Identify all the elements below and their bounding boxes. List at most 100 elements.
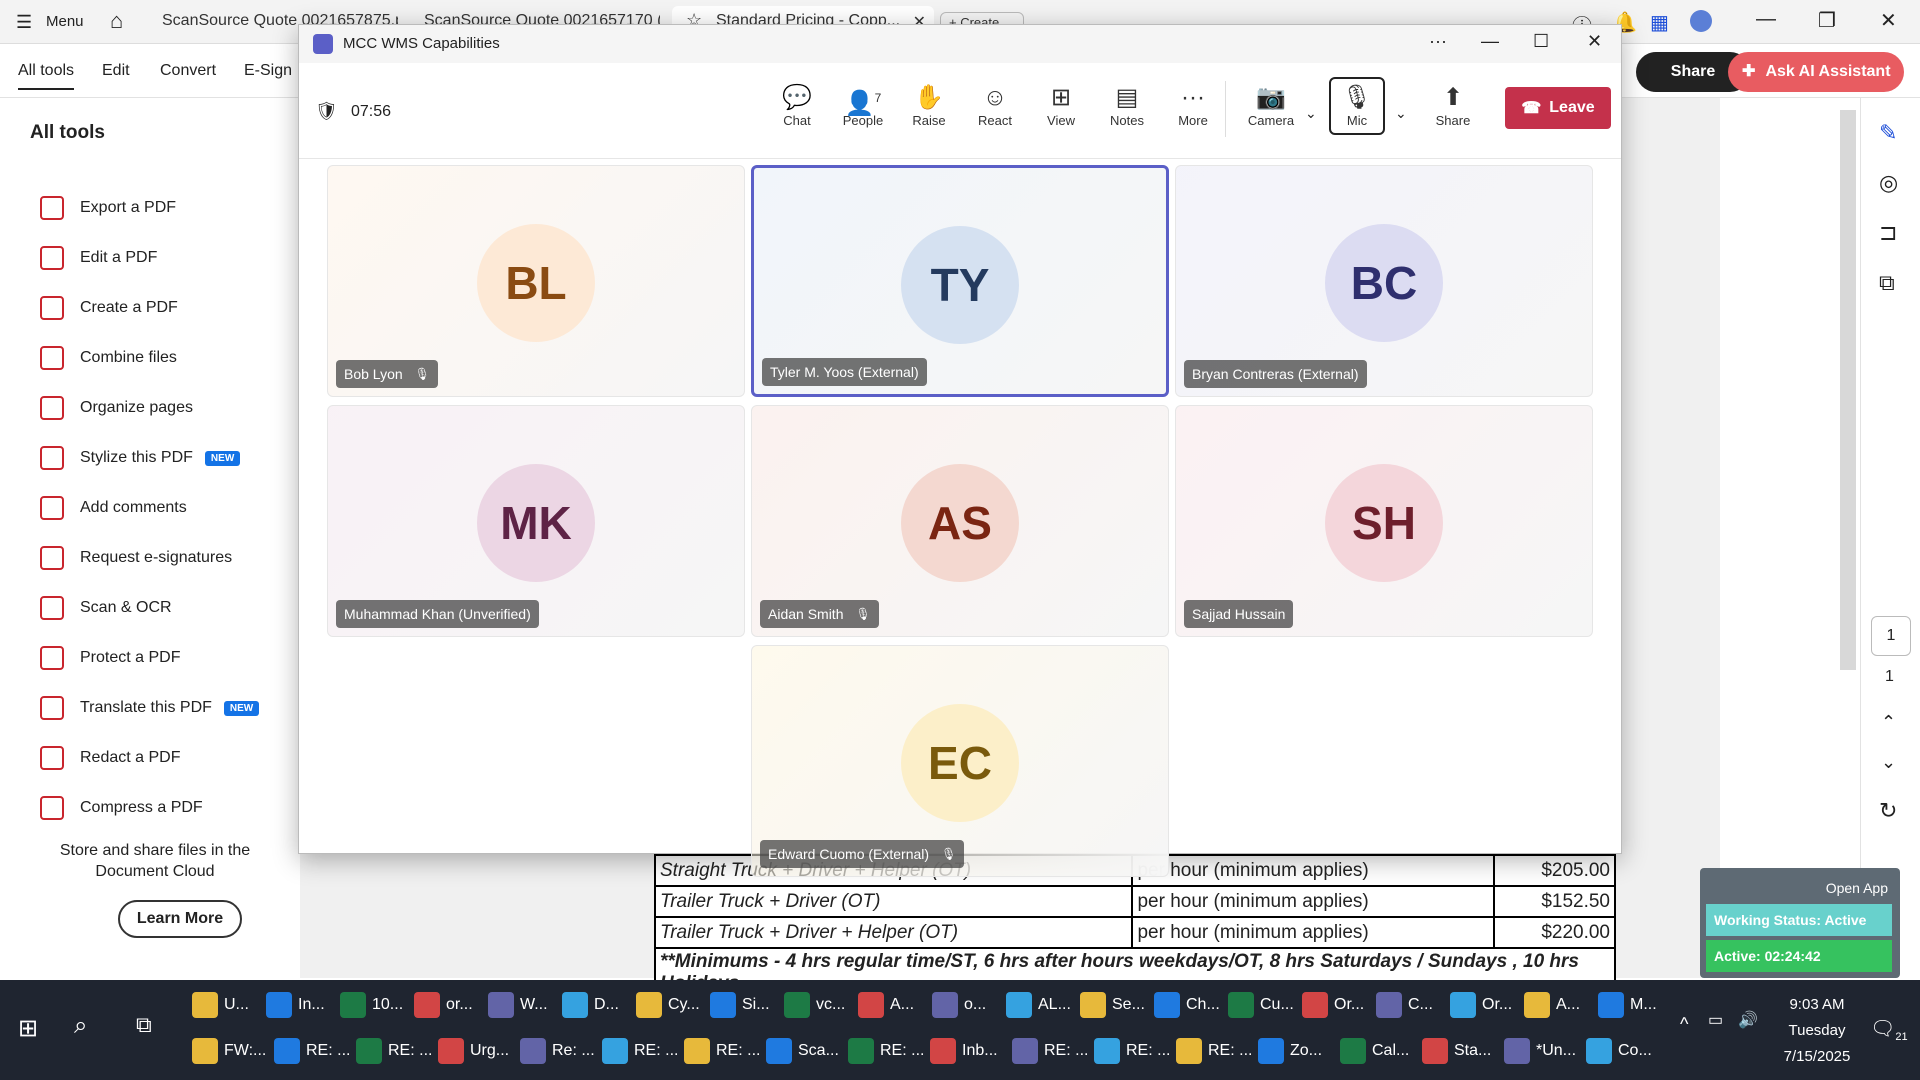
tool-item[interactable]: Stylize this PDF NEW bbox=[40, 443, 241, 473]
notification-icon[interactable]: 🗨21 bbox=[1870, 1016, 1908, 1043]
clock[interactable]: 9:03 AM Tuesday 7/15/2025 bbox=[1772, 992, 1862, 1070]
participant-tile[interactable]: EC Edward Cuomo (External) 🎙 bbox=[751, 645, 1169, 877]
tool-item[interactable]: Scan & OCR bbox=[40, 593, 172, 623]
participant-tile[interactable]: BL Bob Lyon 🎙 bbox=[327, 165, 745, 397]
more-options-icon[interactable]: ··· bbox=[1429, 31, 1447, 52]
refresh-icon[interactable]: ↻ bbox=[1879, 798, 1897, 824]
page-number-input[interactable]: 1 bbox=[1871, 616, 1911, 656]
taskbar-item[interactable]: *Un... bbox=[1504, 1032, 1580, 1070]
ask-ai-button[interactable]: ✚ Ask AI Assistant bbox=[1728, 52, 1904, 92]
view-button[interactable]: ⊞ View bbox=[1033, 83, 1089, 128]
taskbar-item[interactable]: Urg... bbox=[438, 1032, 514, 1070]
search-icon[interactable]: ⌕ bbox=[74, 1012, 87, 1040]
close-icon[interactable]: ✕ bbox=[1587, 31, 1602, 52]
home-icon[interactable]: ⌂ bbox=[110, 8, 123, 34]
tool-item[interactable]: Create a PDF bbox=[40, 293, 178, 323]
windows-start-icon[interactable]: ⊞ bbox=[18, 1014, 38, 1043]
taskbar-item[interactable]: RE: ... bbox=[1176, 1032, 1252, 1070]
participant-tile[interactable]: TY Tyler M. Yoos (External) bbox=[751, 165, 1169, 397]
taskbar-item[interactable]: RE: ... bbox=[602, 1032, 678, 1070]
react-button[interactable]: ☺ React bbox=[967, 83, 1023, 128]
tool-item[interactable]: Compress a PDF bbox=[40, 793, 203, 823]
tab-edit[interactable]: Edit bbox=[102, 62, 130, 80]
taskbar-item[interactable]: Si... bbox=[710, 986, 778, 1024]
participant-tile[interactable]: SH Sajjad Hussain bbox=[1175, 405, 1593, 637]
taskbar-item[interactable]: o... bbox=[932, 986, 1000, 1024]
avatar[interactable] bbox=[1690, 10, 1712, 32]
chat-button[interactable]: 💬 Chat bbox=[769, 83, 825, 128]
taskbar-item[interactable]: A... bbox=[858, 986, 926, 1024]
taskbar-item[interactable]: Re: ... bbox=[520, 1032, 596, 1070]
share-button[interactable]: ⬆ Share bbox=[1425, 83, 1481, 128]
taskbar-item[interactable]: U... bbox=[192, 986, 260, 1024]
menu-label[interactable]: Menu bbox=[46, 13, 84, 30]
close-icon[interactable]: ✕ bbox=[1880, 8, 1897, 33]
learn-more-button[interactable]: Learn More bbox=[118, 900, 242, 938]
maximize-icon[interactable]: ☐ bbox=[1533, 31, 1549, 52]
taskbar-item[interactable]: Zo... bbox=[1258, 1032, 1334, 1070]
participant-tile[interactable]: BC Bryan Contreras (External) bbox=[1175, 165, 1593, 397]
mic-button[interactable]: 🎙 Mic bbox=[1329, 77, 1385, 135]
tool-item[interactable]: Redact a PDF bbox=[40, 743, 180, 773]
ai-panel-icon[interactable]: ✎ bbox=[1879, 120, 1897, 146]
taskbar-item[interactable]: Sca... bbox=[766, 1032, 842, 1070]
participant-tile[interactable]: MK Muhammad Khan (Unverified) bbox=[327, 405, 745, 637]
more-button[interactable]: ··· More bbox=[1165, 83, 1221, 128]
taskbar-item[interactable]: AL... bbox=[1006, 986, 1074, 1024]
pages-icon[interactable]: ⧉ bbox=[1879, 270, 1895, 296]
taskbar-item[interactable]: Or... bbox=[1450, 986, 1518, 1024]
participant-tile[interactable]: AS Aidan Smith 🎙 bbox=[751, 405, 1169, 637]
page-down-icon[interactable]: ⌄ bbox=[1881, 752, 1896, 773]
tool-item[interactable]: Organize pages bbox=[40, 393, 193, 423]
people-button[interactable]: 👤7 People bbox=[835, 83, 891, 128]
taskbar-item[interactable]: Cy... bbox=[636, 986, 704, 1024]
comment-icon[interactable]: ◎ bbox=[1879, 170, 1898, 196]
restore-icon[interactable]: ❐ bbox=[1818, 8, 1836, 33]
tool-item[interactable]: Edit a PDF bbox=[40, 243, 157, 273]
tab-convert[interactable]: Convert bbox=[160, 62, 216, 80]
taskbar-item[interactable]: or... bbox=[414, 986, 482, 1024]
raise-button[interactable]: ✋ Raise bbox=[901, 83, 957, 128]
taskbar-item[interactable]: RE: ... bbox=[356, 1032, 432, 1070]
battery-icon[interactable]: ▭ bbox=[1708, 1010, 1723, 1030]
taskbar-item[interactable]: W... bbox=[488, 986, 556, 1024]
hamburger-icon[interactable]: ☰ bbox=[16, 12, 32, 33]
leave-button[interactable]: ☎ Leave bbox=[1505, 87, 1611, 129]
camera-button[interactable]: 📷 Camera bbox=[1243, 83, 1299, 128]
tab-esign[interactable]: E-Sign bbox=[244, 62, 292, 80]
taskbar-item[interactable]: FW:... bbox=[192, 1032, 268, 1070]
tab-all-tools[interactable]: All tools bbox=[18, 62, 75, 90]
taskbar-item[interactable]: Sta... bbox=[1422, 1032, 1498, 1070]
taskbar-item[interactable]: In... bbox=[266, 986, 334, 1024]
taskbar-item[interactable]: Se... bbox=[1080, 986, 1148, 1024]
page-up-icon[interactable]: ⌃ bbox=[1881, 712, 1896, 733]
taskbar-item[interactable]: D... bbox=[562, 986, 630, 1024]
minimize-icon[interactable]: — bbox=[1756, 8, 1776, 31]
taskbar-item[interactable]: Cu... bbox=[1228, 986, 1296, 1024]
taskbar-item[interactable]: Or... bbox=[1302, 986, 1370, 1024]
notes-button[interactable]: ▤ Notes bbox=[1099, 83, 1155, 128]
bookmark-icon[interactable]: ⊐ bbox=[1879, 220, 1897, 246]
taskbar-item[interactable]: Ch... bbox=[1154, 986, 1222, 1024]
chevron-down-icon[interactable]: ⌄ bbox=[1305, 105, 1317, 122]
scrollbar[interactable] bbox=[1840, 110, 1856, 670]
taskbar-item[interactable]: Co... bbox=[1586, 1032, 1662, 1070]
taskbar-item[interactable]: C... bbox=[1376, 986, 1444, 1024]
taskbar-item[interactable]: vc... bbox=[784, 986, 852, 1024]
task-view-icon[interactable]: ⧉ bbox=[136, 1012, 152, 1038]
taskbar-item[interactable]: RE: ... bbox=[274, 1032, 350, 1070]
tool-item[interactable]: Protect a PDF bbox=[40, 643, 180, 673]
chevron-down-icon[interactable]: ⌄ bbox=[1395, 105, 1407, 122]
chevron-up-icon[interactable]: ^ bbox=[1680, 1014, 1688, 1035]
tool-item[interactable]: Translate this PDF NEW bbox=[40, 693, 260, 723]
taskbar-item[interactable]: A... bbox=[1524, 986, 1592, 1024]
tool-item[interactable]: Add comments bbox=[40, 493, 187, 523]
taskbar-item[interactable]: Inb... bbox=[930, 1032, 1006, 1070]
apps-grid-icon[interactable]: ▦ bbox=[1650, 10, 1669, 35]
taskbar-item[interactable]: 10... bbox=[340, 986, 408, 1024]
tool-item[interactable]: Export a PDF bbox=[40, 193, 176, 223]
taskbar-item[interactable]: RE: ... bbox=[848, 1032, 924, 1070]
volume-icon[interactable]: 🔊 bbox=[1738, 1010, 1758, 1030]
taskbar-item[interactable]: M... bbox=[1598, 986, 1666, 1024]
taskbar-item[interactable]: Cal... bbox=[1340, 1032, 1416, 1070]
